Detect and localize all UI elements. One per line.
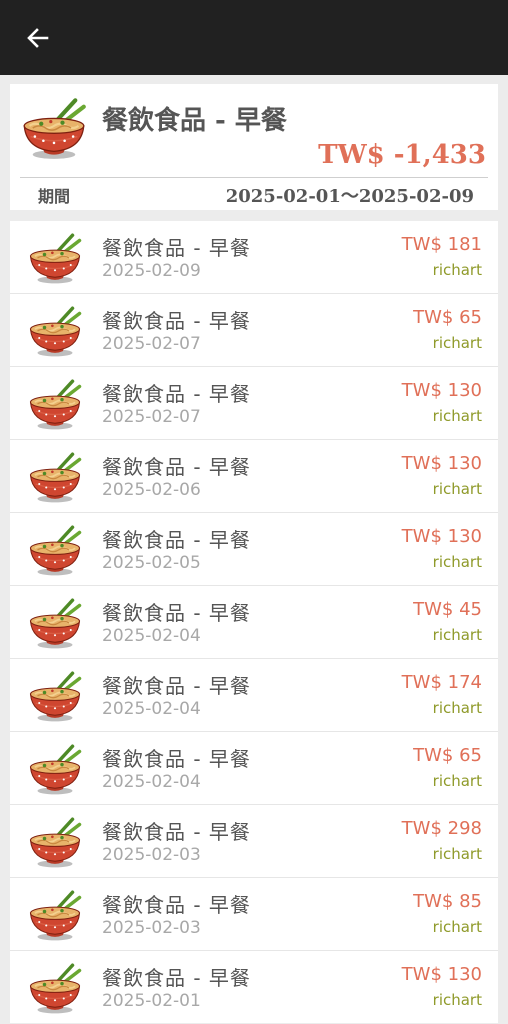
record-date: 2025-02-04 xyxy=(102,772,201,792)
noodle-bowl-icon xyxy=(27,449,83,505)
record-user: richart xyxy=(432,845,482,863)
record-row[interactable]: 餐飲食品 - 早餐 2025-02-06 TW$ 130 richart xyxy=(10,440,498,513)
record-row[interactable]: 餐飲食品 - 早餐 2025-02-04 TW$ 45 richart xyxy=(10,586,498,659)
record-date: 2025-02-03 xyxy=(102,845,201,865)
category-title: 餐飲食品 - 早餐 xyxy=(102,106,287,136)
period-label: 期間 xyxy=(38,187,71,206)
record-row[interactable]: 餐飲食品 - 早餐 2025-02-01 TW$ 130 richart xyxy=(10,951,498,1023)
record-category: 餐飲食品 - 早餐 xyxy=(102,309,251,333)
record-row[interactable]: 餐飲食品 - 早餐 2025-02-04 TW$ 65 richart xyxy=(10,732,498,805)
noodle-bowl-icon xyxy=(27,303,83,359)
record-amount: TW$ 45 xyxy=(413,599,482,620)
record-amount: TW$ 181 xyxy=(401,234,482,255)
record-category: 餐飲食品 - 早餐 xyxy=(102,820,251,844)
record-category: 餐飲食品 - 早餐 xyxy=(102,236,251,260)
record-category: 餐飲食品 - 早餐 xyxy=(102,674,251,698)
noodle-bowl-icon xyxy=(27,595,83,651)
record-category: 餐飲食品 - 早餐 xyxy=(102,966,251,990)
record-amount: TW$ 65 xyxy=(413,745,482,766)
record-category: 餐飲食品 - 早餐 xyxy=(102,893,251,917)
total-amount: TW$ -1,433 xyxy=(318,140,486,170)
record-amount: TW$ 85 xyxy=(413,891,482,912)
record-user: richart xyxy=(432,261,482,279)
record-date: 2025-02-07 xyxy=(102,407,201,427)
record-date: 2025-02-04 xyxy=(102,699,201,719)
record-user: richart xyxy=(432,407,482,425)
record-row[interactable]: 餐飲食品 - 早餐 2025-02-09 TW$ 181 richart xyxy=(10,221,498,294)
record-user: richart xyxy=(432,553,482,571)
noodle-bowl-icon xyxy=(27,668,83,724)
record-user: richart xyxy=(432,626,482,644)
record-date: 2025-02-06 xyxy=(102,480,201,500)
divider xyxy=(20,177,488,178)
record-date: 2025-02-04 xyxy=(102,626,201,646)
record-category: 餐飲食品 - 早餐 xyxy=(102,382,251,406)
record-category: 餐飲食品 - 早餐 xyxy=(102,747,251,771)
record-date: 2025-02-09 xyxy=(102,261,201,281)
record-row[interactable]: 餐飲食品 - 早餐 2025-02-03 TW$ 85 richart xyxy=(10,878,498,951)
noodle-bowl-icon xyxy=(27,960,83,1016)
record-category: 餐飲食品 - 早餐 xyxy=(102,601,251,625)
noodle-bowl-icon xyxy=(27,376,83,432)
noodle-bowl-icon xyxy=(27,741,83,797)
record-category: 餐飲食品 - 早餐 xyxy=(102,528,251,552)
record-amount: TW$ 65 xyxy=(413,307,482,328)
record-user: richart xyxy=(432,772,482,790)
record-user: richart xyxy=(432,699,482,717)
record-row[interactable]: 餐飲食品 - 早餐 2025-02-07 TW$ 65 richart xyxy=(10,294,498,367)
record-amount: TW$ 298 xyxy=(401,818,482,839)
record-user: richart xyxy=(432,918,482,936)
record-date: 2025-02-01 xyxy=(102,991,201,1011)
record-date: 2025-02-05 xyxy=(102,553,201,573)
record-user: richart xyxy=(432,480,482,498)
record-amount: TW$ 130 xyxy=(401,526,482,547)
noodle-bowl-icon xyxy=(20,94,88,162)
record-row[interactable]: 餐飲食品 - 早餐 2025-02-07 TW$ 130 richart xyxy=(10,367,498,440)
record-amount: TW$ 130 xyxy=(401,380,482,401)
record-row[interactable]: 餐飲食品 - 早餐 2025-02-03 TW$ 298 richart xyxy=(10,805,498,878)
summary-card: 餐飲食品 - 早餐 TW$ -1,433 期間 2025-02-01～2025-… xyxy=(10,84,498,210)
back-button[interactable] xyxy=(22,22,54,54)
record-amount: TW$ 174 xyxy=(401,672,482,693)
record-amount: TW$ 130 xyxy=(401,964,482,985)
record-amount: TW$ 130 xyxy=(401,453,482,474)
app-bar xyxy=(0,0,508,75)
record-date: 2025-02-03 xyxy=(102,918,201,938)
period-range: 2025-02-01～2025-02-09 xyxy=(225,186,474,207)
record-list: 餐飲食品 - 早餐 2025-02-09 TW$ 181 richart 餐飲食品 -… xyxy=(10,221,498,1023)
record-row[interactable]: 餐飲食品 - 早餐 2025-02-05 TW$ 130 richart xyxy=(10,513,498,586)
noodle-bowl-icon xyxy=(27,814,83,870)
record-date: 2025-02-07 xyxy=(102,334,201,354)
record-category: 餐飲食品 - 早餐 xyxy=(102,455,251,479)
record-row[interactable]: 餐飲食品 - 早餐 2025-02-04 TW$ 174 richart xyxy=(10,659,498,732)
noodle-bowl-icon xyxy=(27,522,83,578)
noodle-bowl-icon xyxy=(27,230,83,286)
record-user: richart xyxy=(432,991,482,1009)
noodle-bowl-icon xyxy=(27,887,83,943)
arrow-left-icon xyxy=(27,28,49,48)
record-user: richart xyxy=(432,334,482,352)
